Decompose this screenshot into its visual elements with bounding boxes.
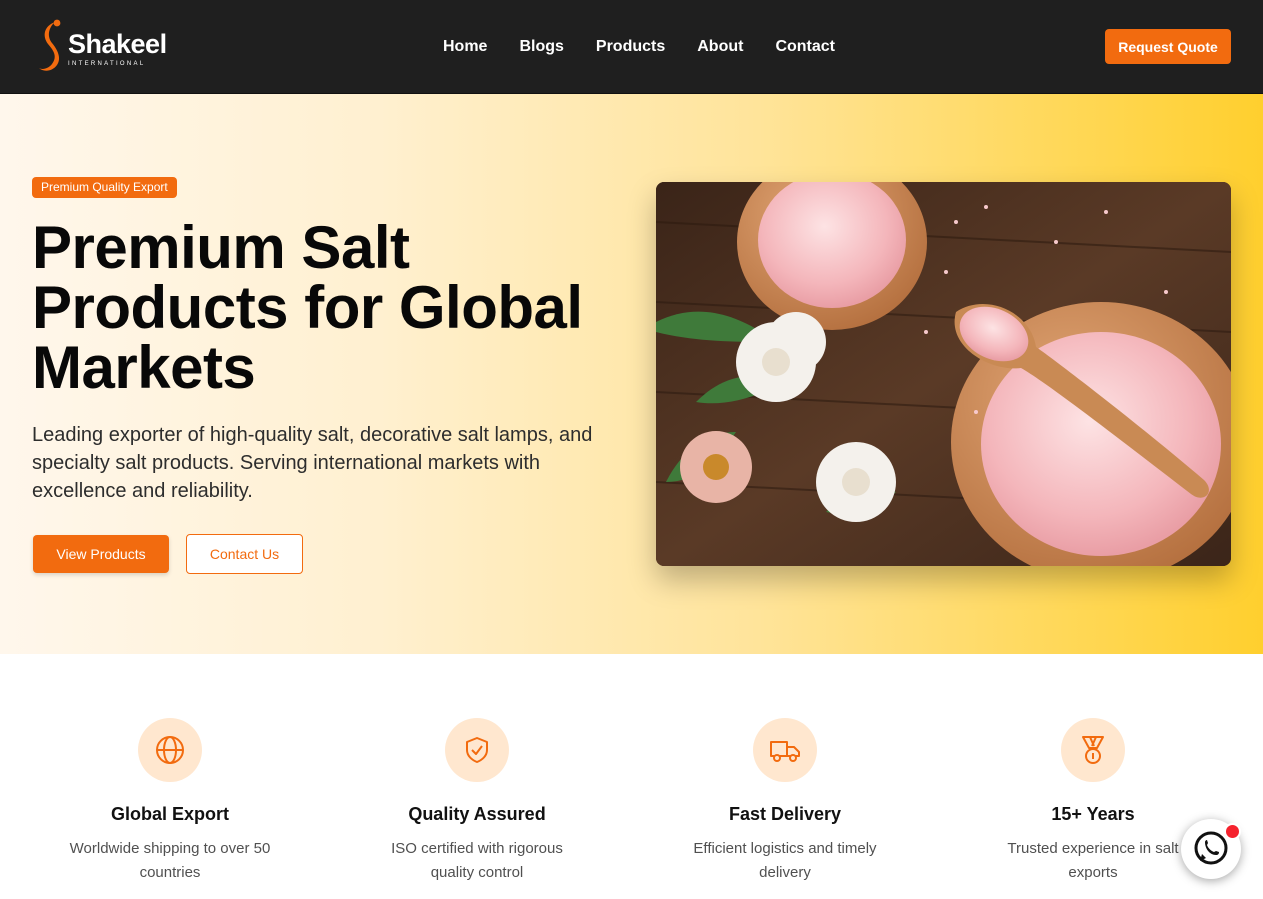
hero-product-image bbox=[656, 182, 1231, 566]
feature-quality-assured: Quality Assured ISO certified with rigor… bbox=[332, 718, 622, 885]
features-section: Global Export Worldwide shipping to over… bbox=[0, 654, 1263, 899]
nav-home[interactable]: Home bbox=[443, 36, 487, 58]
site-header: Shakeel INTERNATIONAL Home Blogs Product… bbox=[0, 0, 1263, 94]
main-nav: Home Blogs Products About Contact bbox=[443, 36, 835, 58]
feature-description: ISO certified with rigorous quality cont… bbox=[391, 840, 563, 881]
view-products-button[interactable]: View Products bbox=[33, 535, 169, 573]
feature-fast-delivery: Fast Delivery Efficient logistics and ti… bbox=[640, 718, 930, 885]
feature-title: Fast Delivery bbox=[728, 804, 842, 824]
feature-title: Quality Assured bbox=[408, 804, 546, 824]
hero-title-line: Products for Global bbox=[32, 274, 583, 341]
hero-title: Premium Salt Products for Global Markets bbox=[32, 218, 632, 398]
request-quote-button[interactable]: Request Quote bbox=[1105, 29, 1231, 64]
feature-title: Global Export bbox=[110, 804, 229, 824]
truck-icon bbox=[753, 718, 817, 782]
hero-description: Leading exporter of high-quality salt, d… bbox=[32, 424, 593, 502]
hero-section: Premium Quality Export Premium Salt Prod… bbox=[0, 94, 1263, 654]
brand-name: Shakeel bbox=[68, 29, 167, 59]
notification-dot bbox=[1224, 823, 1241, 840]
logo-s-mark-icon bbox=[39, 19, 61, 71]
globe-icon bbox=[138, 718, 202, 782]
hero-badge: Premium Quality Export bbox=[32, 177, 177, 198]
brand-tagline: INTERNATIONAL bbox=[68, 61, 146, 67]
feature-description: Worldwide shipping to over 50 countries bbox=[69, 840, 271, 881]
nav-about[interactable]: About bbox=[697, 36, 743, 58]
salt-bowls-illustration bbox=[656, 182, 1231, 566]
contact-us-button[interactable]: Contact Us bbox=[186, 534, 303, 574]
feature-global-export: Global Export Worldwide shipping to over… bbox=[25, 718, 315, 885]
hero-title-line: Premium Salt bbox=[32, 214, 410, 281]
feature-description: Efficient logistics and timely delivery bbox=[693, 840, 877, 881]
shield-check-icon bbox=[445, 718, 509, 782]
nav-blogs[interactable]: Blogs bbox=[519, 36, 563, 58]
brand-logo[interactable]: Shakeel INTERNATIONAL bbox=[36, 18, 167, 74]
nav-contact[interactable]: Contact bbox=[775, 36, 835, 58]
nav-products[interactable]: Products bbox=[596, 36, 665, 58]
medal-icon bbox=[1061, 718, 1125, 782]
hero-title-line: Markets bbox=[32, 334, 256, 401]
